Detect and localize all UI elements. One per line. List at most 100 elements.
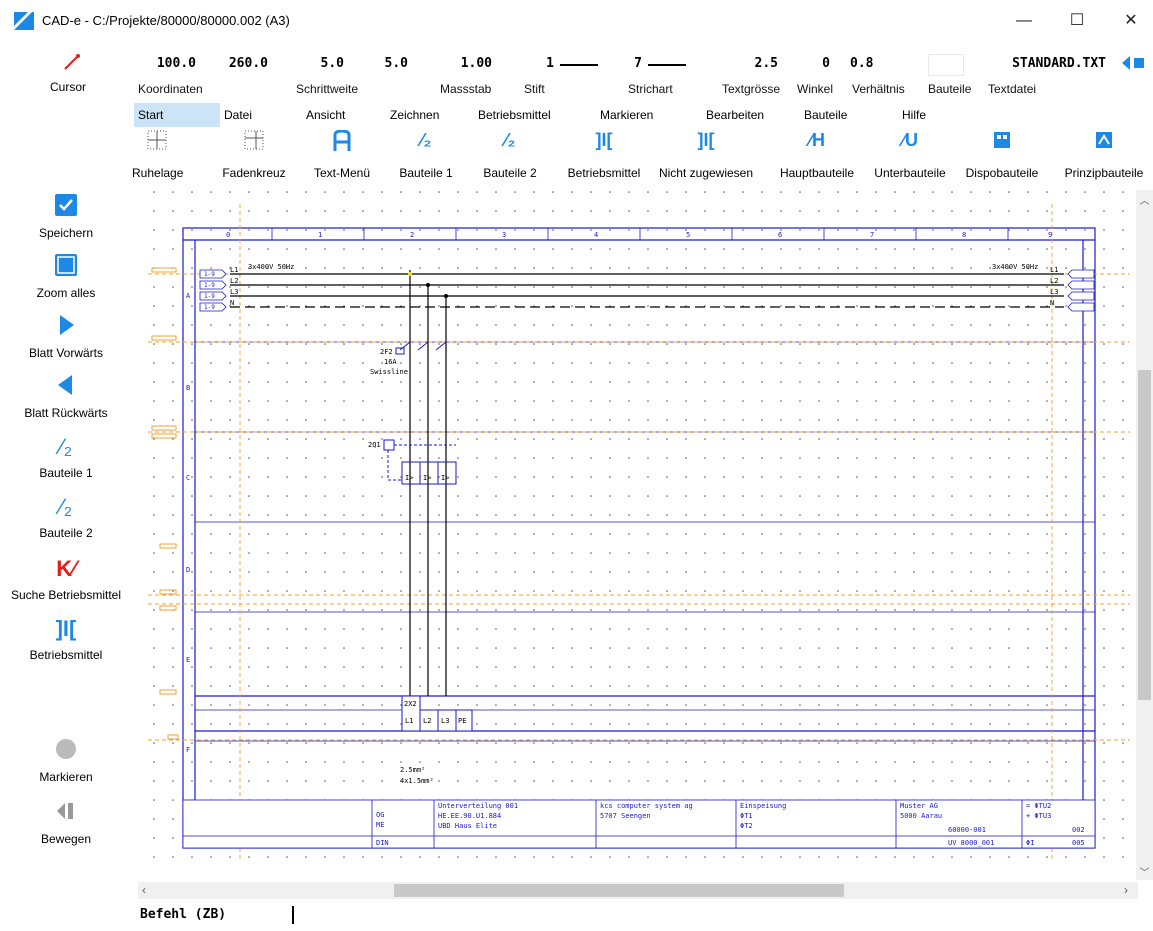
winkel-field[interactable]: 0	[798, 56, 830, 74]
tool-prinzipbauteile[interactable]: Prinzipbauteile	[1058, 130, 1150, 184]
tool-ruhelage[interactable]: Ruhelage	[132, 130, 184, 184]
scroll-left-icon[interactable]: ‹	[142, 883, 146, 897]
scroll-down-icon[interactable]: ﹀	[1136, 864, 1153, 879]
sidebar-suche-betriebsmittel[interactable]: K⁄ Suche Betriebsmittel	[0, 556, 132, 602]
menu-bearbeiten[interactable]: Bearbeiten	[702, 103, 768, 127]
sidebar-zoom-alles[interactable]: Zoom alles	[0, 254, 132, 300]
tool-ruhelage-label: Ruhelage	[132, 166, 184, 180]
breaker-id: 2Q1	[368, 441, 381, 449]
window-title: CAD-e - C:/Projekte/80000/80000.002 (A3)	[42, 13, 290, 28]
textgroesse-field[interactable]: 2.5	[720, 56, 778, 74]
menu-bar: Start Datei Ansicht Zeichnen Betriebsmit…	[0, 103, 1153, 127]
schritt-label: Schrittweite	[296, 82, 359, 96]
stift-label: Stift	[524, 82, 545, 96]
col-label: 3	[502, 231, 506, 239]
tool-unterbauteile[interactable]: ⁄U Unterbauteile	[870, 130, 950, 184]
textdatei-field[interactable]: STANDARD.TXT	[990, 56, 1106, 74]
grid-icon	[132, 130, 182, 154]
strichart-field[interactable]: 7	[612, 56, 642, 74]
schematic-svg[interactable]: 0 1 2 3 4 5 6 7 8 9 A B C D E F 3x400V 5…	[138, 190, 1138, 870]
tb-din: DIN	[376, 839, 389, 847]
tool-fadenkreuz[interactable]: Fadenkreuz	[218, 130, 290, 184]
tool-bauteile2[interactable]: ⁄₂ Bauteile 2	[478, 130, 542, 184]
principle-icon	[1058, 130, 1150, 154]
tb-p2: 005	[1072, 839, 1085, 847]
sidebar-speichern[interactable]: Speichern	[0, 194, 132, 240]
command-input-caret[interactable]	[292, 906, 294, 924]
fuse-rating: 16A	[384, 358, 397, 366]
cursor-icon[interactable]	[62, 52, 82, 72]
fuse-type: Swissline	[370, 368, 408, 376]
tb-client: Muster AG	[900, 802, 938, 810]
tb-r3: ΦI	[1026, 839, 1034, 847]
terminal-label: L3	[441, 717, 449, 725]
sidebar-bauteile1[interactable]: ⁄₂ Bauteile 1	[0, 434, 132, 480]
verhaeltnis-field[interactable]: 0.8	[850, 56, 886, 74]
parts2-icon: ⁄₂	[504, 130, 516, 150]
sidebar-bewegen[interactable]: Bewegen	[0, 800, 132, 846]
tool-bauteile1[interactable]: ⁄₂ Bauteile 1	[394, 130, 458, 184]
sidebar-bauteile2[interactable]: ⁄₂ Bauteile 2	[0, 494, 132, 540]
sidebar-markieren[interactable]: Markieren	[0, 738, 132, 784]
drawing-canvas[interactable]: 0 1 2 3 4 5 6 7 8 9 A B C D E F 3x400V 5…	[138, 190, 1138, 870]
command-label: Befehl (ZB)	[140, 907, 227, 922]
tool-betriebsmittel-label: Betriebsmittel	[567, 166, 641, 180]
stift-field[interactable]: 1	[520, 56, 554, 74]
menu-zeichnen[interactable]: Zeichnen	[386, 103, 443, 127]
row-label: E	[186, 656, 190, 664]
koord-y-field[interactable]: 260.0	[210, 56, 268, 74]
tool-nicht-zugewiesen[interactable]: ]I[ Nicht zugewiesen	[654, 130, 758, 184]
tool-hauptbauteile[interactable]: ⁄H Hauptbauteile	[774, 130, 860, 184]
collapse-arrow-icon[interactable]	[1120, 55, 1148, 71]
tool-text-menu[interactable]: Text-Menü	[310, 129, 374, 184]
row-label: D	[186, 566, 190, 574]
cable-size: 2.5mm²	[400, 766, 425, 774]
breaker-coil: I>	[405, 474, 413, 482]
menu-ansicht[interactable]: Ansicht	[302, 103, 349, 127]
vertical-scrollbar[interactable]: ︿ ﹀	[1136, 190, 1153, 880]
close-button[interactable]: ✕	[1112, 6, 1150, 36]
sidebar-betriebsmittel[interactable]: ]I[ Betriebsmittel	[0, 616, 132, 662]
menu-markieren[interactable]: Markieren	[596, 103, 657, 127]
menu-betriebsmittel[interactable]: Betriebsmittel	[474, 103, 555, 127]
zoom-all-icon	[0, 254, 132, 280]
maximize-button[interactable]: ☐	[1058, 6, 1096, 36]
sidebar-bauteile2-label: Bauteile 2	[39, 526, 93, 540]
minimize-button[interactable]: —	[1005, 6, 1043, 36]
phase-label: L1	[1050, 266, 1058, 274]
tool-dispobauteile[interactable]: Dispobauteile	[962, 130, 1042, 184]
breaker-coil: I>	[423, 474, 431, 482]
phase-label: L1	[230, 266, 238, 274]
scroll-right-icon[interactable]: ›	[1124, 883, 1128, 897]
koord-x-field[interactable]: 100.0	[140, 56, 196, 74]
menu-bauteile[interactable]: Bauteile	[800, 103, 851, 127]
menu-start[interactable]: Start	[134, 103, 220, 127]
horizontal-scroll-thumb[interactable]	[394, 884, 844, 897]
parts1-icon: ⁄₂	[59, 434, 73, 459]
sidebar-blatt-rueckwaerts[interactable]: Blatt Rückwärts	[0, 374, 132, 420]
schritt-x-field[interactable]: 5.0	[296, 56, 344, 74]
horizontal-scrollbar[interactable]: ‹ ›	[138, 882, 1138, 899]
ref-label: 1-9	[204, 293, 215, 300]
massstab-field[interactable]: 1.00	[440, 56, 492, 74]
phase-label: L3	[1050, 288, 1058, 296]
menu-hilfe[interactable]: Hilfe	[898, 103, 930, 127]
tool-bauteile2-label: Bauteile 2	[483, 166, 537, 180]
tool-dispobauteile-label: Dispobauteile	[965, 166, 1039, 180]
bauteile-label: Bauteile	[928, 82, 972, 96]
ref-label: 1-9	[204, 304, 215, 311]
menu-datei[interactable]: Datei	[220, 103, 256, 127]
sidebar-suche-betriebsmittel-label: Suche Betriebsmittel	[10, 588, 122, 602]
col-label: 7	[870, 231, 874, 239]
breaker-coil: I>	[441, 474, 449, 482]
schritt-y-field[interactable]: 5.0	[358, 56, 408, 74]
checkbox-icon	[0, 194, 132, 220]
tool-betriebsmittel[interactable]: ]I[ Betriebsmittel	[564, 130, 644, 184]
sidebar-bauteile1-label: Bauteile 1	[39, 466, 93, 480]
tool-prinzipbauteile-label: Prinzipbauteile	[1064, 166, 1144, 180]
bauteile-field[interactable]	[928, 54, 964, 76]
vertical-scroll-thumb[interactable]	[1138, 370, 1151, 700]
scroll-up-icon[interactable]: ︿	[1136, 192, 1153, 207]
tb-t1: ΦT1	[740, 812, 753, 820]
sidebar-blatt-vorwaerts[interactable]: Blatt Vorwärts	[0, 314, 132, 360]
